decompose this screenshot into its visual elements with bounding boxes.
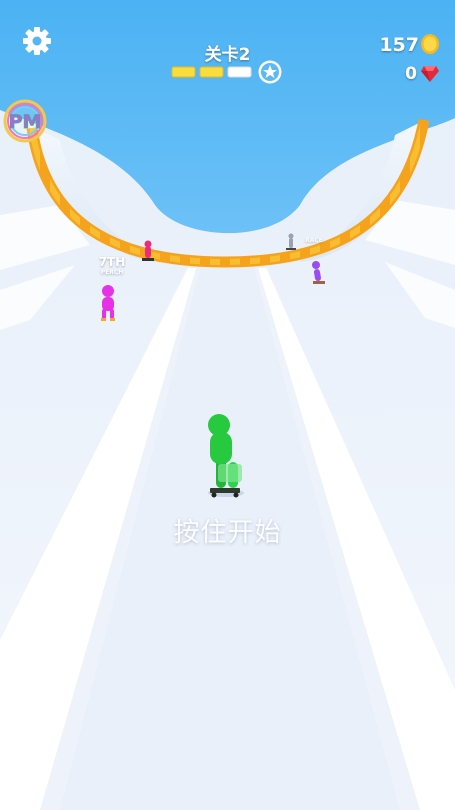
gem-count: 0 [405,64,417,84]
progress-segment-1 [171,66,196,78]
star-icon [258,60,282,84]
svg-text:PM: PM [9,111,42,133]
game-scene[interactable] [0,0,455,810]
ruby-icon [421,66,439,82]
coin-icon [421,34,439,54]
progress-segment-2 [199,66,224,78]
hold-to-start-hint: 按住开始 [173,518,282,548]
progress-segment-3 [227,66,252,78]
rank-label-grey: RACE [305,237,323,244]
coin-count: 157 [379,34,419,56]
level-progress [171,60,282,84]
pm-logo: PM [1,97,49,145]
rank-label-pink: 7TH PERCH [98,255,126,276]
